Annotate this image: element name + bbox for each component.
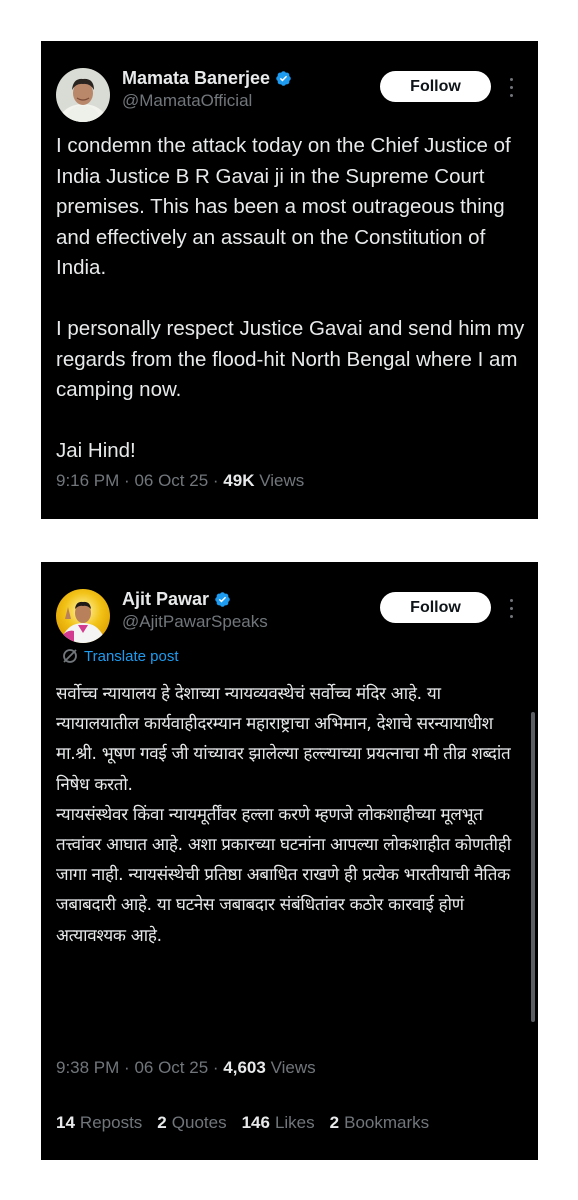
more-options-icon[interactable]: [507, 75, 515, 99]
separator-dot: ·: [124, 471, 135, 490]
author-handle[interactable]: @AjitPawarSpeaks: [122, 612, 268, 632]
author-name[interactable]: Mamata Banerjee: [122, 68, 292, 89]
more-options-icon[interactable]: [507, 596, 515, 620]
reposts-label: Reposts: [79, 1113, 143, 1132]
views-count: 4,603: [223, 1058, 266, 1077]
post-date[interactable]: 06 Oct 25: [134, 471, 208, 490]
separator-dot: ·: [212, 1058, 224, 1077]
reposts-stat[interactable]: 14 Reposts: [56, 1113, 142, 1133]
verified-badge-icon: [215, 592, 230, 607]
post-text: I condemn the attack today on the Chief …: [56, 134, 525, 462]
follow-button[interactable]: Follow: [380, 592, 491, 623]
scrollbar[interactable]: [531, 712, 535, 1022]
translate-post-link[interactable]: Translate post: [61, 647, 179, 665]
bookmarks-stat[interactable]: 2 Bookmarks: [330, 1113, 430, 1133]
post-meta: 9:38 PM · 06 Oct 25 · 4,603 Views: [56, 1058, 316, 1078]
avatar[interactable]: [56, 589, 110, 643]
likes-stat[interactable]: 146 Likes: [242, 1113, 315, 1133]
post-card-mamata: Mamata Banerjee @MamataOfficial Follow I…: [41, 41, 538, 519]
author-name-text[interactable]: Mamata Banerjee: [122, 68, 270, 89]
post-text: सर्वोच्च न्यायालय हे देशाच्या न्यायव्यवस…: [56, 684, 511, 946]
likes-count: 146: [241, 1113, 270, 1132]
separator-dot: ·: [212, 471, 224, 490]
post-card-ajit: Ajit Pawar @AjitPawarSpeaks Follow Trans…: [41, 562, 538, 1160]
bookmarks-label: Bookmarks: [344, 1113, 430, 1132]
author-name-text[interactable]: Ajit Pawar: [122, 589, 209, 610]
author-name[interactable]: Ajit Pawar: [122, 589, 231, 610]
bookmarks-count: 2: [329, 1113, 340, 1132]
post-time[interactable]: 9:38 PM: [56, 1058, 119, 1077]
follow-button[interactable]: Follow: [380, 71, 491, 102]
translate-icon: [63, 649, 77, 663]
post-date[interactable]: 06 Oct 25: [134, 1058, 208, 1077]
views-label: Views: [259, 471, 305, 490]
quotes-label: Quotes: [171, 1113, 227, 1132]
author-handle[interactable]: @MamataOfficial: [122, 91, 252, 111]
quotes-count: 2: [157, 1113, 167, 1132]
views-count: 49K: [223, 471, 255, 490]
post-meta: 9:16 PM · 06 Oct 25 · 49K Views: [56, 471, 304, 491]
separator-dot: ·: [124, 1058, 135, 1077]
engagement-stats: 14 Reposts 2 Quotes 146 Likes 2 Bookmark…: [56, 1113, 444, 1133]
likes-label: Likes: [274, 1113, 315, 1132]
views-label: Views: [270, 1058, 316, 1077]
translate-label[interactable]: Translate post: [84, 648, 179, 665]
post-time[interactable]: 9:16 PM: [56, 471, 119, 490]
verified-badge-icon: [276, 71, 291, 86]
reposts-count: 14: [56, 1113, 75, 1132]
avatar[interactable]: [56, 68, 110, 122]
quotes-stat[interactable]: 2 Quotes: [157, 1113, 226, 1133]
